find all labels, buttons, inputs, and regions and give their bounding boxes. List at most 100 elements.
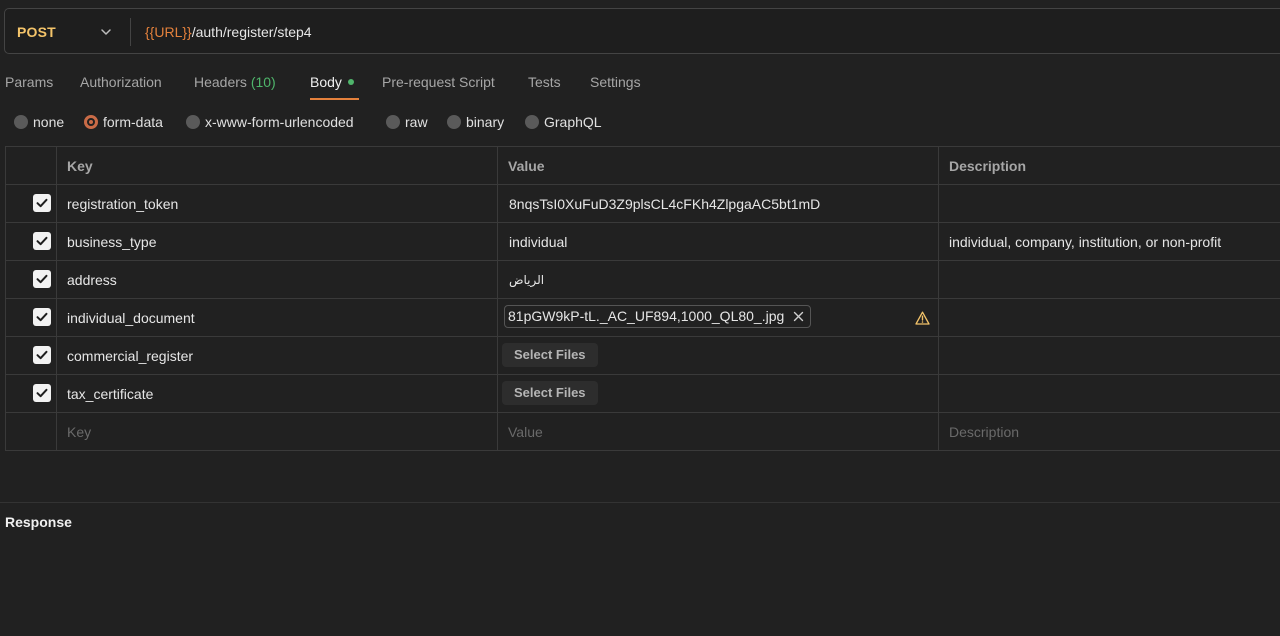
headers-count: (10) — [250, 74, 276, 90]
row-enabled-checkbox[interactable] — [33, 194, 51, 212]
url-path: /auth/register/step4 — [191, 24, 312, 40]
active-tab-underline — [310, 98, 359, 100]
row-checkbox-cell — [5, 337, 57, 374]
table-header-row: Key Value Description — [5, 147, 1280, 185]
value-cell: Select Files — [498, 375, 939, 412]
warning-icon[interactable] — [915, 311, 930, 325]
checkmark-icon — [36, 388, 48, 398]
response-title: Response — [5, 514, 72, 530]
close-icon[interactable] — [793, 311, 804, 322]
url-variable: {{URL}} — [145, 24, 192, 40]
description-cell[interactable] — [939, 185, 1280, 222]
tab-pre-request-script[interactable]: Pre-request Script — [382, 74, 495, 90]
file-name: 81pGW9kP-tL._AC_UF894,1000_QL80_.jpg — [508, 308, 785, 324]
radio-label: raw — [405, 114, 428, 130]
header-value-cell: Value — [498, 147, 939, 184]
key-cell[interactable]: tax_certificate — [57, 375, 498, 412]
header-checkbox-cell — [5, 147, 57, 184]
body-indicator-dot — [347, 79, 354, 85]
tab-body-label: Body — [310, 74, 342, 90]
tab-settings[interactable]: Settings — [590, 74, 641, 90]
value-cell[interactable]: 8nqsTsI0XuFuD3Z9plsCL4cFKh4ZlpgaAC5bt1mD — [498, 185, 939, 222]
response-divider[interactable] — [0, 502, 1280, 503]
key-text: tax_certificate — [67, 386, 154, 402]
tab-body[interactable]: Body — [310, 74, 354, 90]
radio-label: none — [33, 114, 65, 130]
description-cell[interactable]: individual, company, institution, or non… — [939, 223, 1280, 260]
row-enabled-checkbox[interactable] — [33, 232, 51, 250]
description-placeholder: Description — [949, 424, 1020, 440]
header-value: Value — [508, 158, 545, 174]
radio-dot — [186, 115, 200, 129]
checkmark-icon — [36, 198, 48, 208]
header-key-cell: Key — [57, 147, 498, 184]
key-cell[interactable]: business_type — [57, 223, 498, 260]
row-enabled-checkbox[interactable] — [33, 270, 51, 288]
description-cell[interactable] — [939, 261, 1280, 298]
radio-dot — [14, 115, 28, 129]
tab-authorization[interactable]: Authorization — [80, 74, 162, 90]
url-divider — [130, 18, 131, 46]
table-row: business_type individual individual, com… — [5, 223, 1280, 261]
value-cell[interactable]: 81pGW9kP-tL._AC_UF894,1000_QL80_.jpg — [498, 299, 939, 336]
key-placeholder: Key — [67, 424, 92, 440]
row-checkbox-cell — [5, 185, 57, 222]
value-text: individual — [509, 234, 568, 250]
selected-file-chip: 81pGW9kP-tL._AC_UF894,1000_QL80_.jpg — [504, 305, 812, 328]
header-description-cell: Description — [939, 147, 1280, 184]
radio-dot — [447, 115, 461, 129]
new-row-placeholder: Key Value Description — [5, 413, 1280, 451]
tab-headers[interactable]: Headers (10) — [194, 74, 276, 90]
description-cell[interactable] — [939, 299, 1280, 336]
checkmark-icon — [36, 312, 48, 322]
form-data-table: Key Value Description registration_token… — [5, 146, 1280, 451]
chevron-down-icon[interactable] — [99, 25, 113, 39]
row-enabled-checkbox[interactable] — [33, 308, 51, 326]
value-cell[interactable]: individual — [498, 223, 939, 260]
row-checkbox-cell — [5, 261, 57, 298]
radio-dot — [525, 115, 539, 129]
header-description: Description — [949, 158, 1027, 174]
row-enabled-checkbox[interactable] — [33, 346, 51, 364]
row-checkbox-cell — [5, 375, 57, 412]
key-text: registration_token — [67, 196, 179, 212]
checkmark-icon — [36, 274, 48, 284]
radio-label: GraphQL — [544, 114, 602, 130]
request-url-bar: POST {{URL}}/auth/register/step4 — [4, 8, 1280, 54]
row-enabled-checkbox[interactable] — [33, 384, 51, 402]
value-cell: Select Files — [498, 337, 939, 374]
value-text: 8nqsTsI0XuFuD3Z9plsCL4cFKh4ZlpgaAC5bt1mD — [509, 196, 821, 212]
radio-label: form-data — [103, 114, 163, 130]
value-text: الرياض — [509, 273, 545, 287]
key-text: business_type — [67, 234, 157, 250]
radio-dot-selected — [84, 115, 98, 129]
value-placeholder: Value — [508, 424, 543, 440]
select-files-button[interactable]: Select Files — [502, 381, 598, 405]
table-row: address الرياض — [5, 261, 1280, 299]
table-row: tax_certificate Select Files — [5, 375, 1280, 413]
table-row: individual_document 81pGW9kP-tL._AC_UF89… — [5, 299, 1280, 337]
new-description-input[interactable]: Description — [939, 413, 1280, 450]
new-value-input[interactable]: Value — [498, 413, 939, 450]
tab-headers-label: Headers — [194, 74, 247, 90]
key-cell[interactable]: address — [57, 261, 498, 298]
value-cell[interactable]: الرياض — [498, 261, 939, 298]
key-cell[interactable]: commercial_register — [57, 337, 498, 374]
row-checkbox-cell — [5, 299, 57, 336]
tab-params[interactable]: Params — [5, 74, 53, 90]
checkmark-icon — [36, 236, 48, 246]
radio-dot — [386, 115, 400, 129]
new-key-input[interactable]: Key — [57, 413, 498, 450]
key-text: commercial_register — [67, 348, 194, 364]
url-input[interactable]: {{URL}}/auth/register/step4 — [145, 24, 312, 40]
select-files-button[interactable]: Select Files — [502, 343, 598, 367]
description-cell[interactable] — [939, 337, 1280, 374]
method-selector[interactable]: POST — [17, 24, 56, 40]
key-text: individual_document — [67, 310, 195, 326]
tab-tests[interactable]: Tests — [528, 74, 561, 90]
row-checkbox-cell — [5, 223, 57, 260]
key-cell[interactable]: individual_document — [57, 299, 498, 336]
key-cell[interactable]: registration_token — [57, 185, 498, 222]
description-cell[interactable] — [939, 375, 1280, 412]
table-row: commercial_register Select Files — [5, 337, 1280, 375]
